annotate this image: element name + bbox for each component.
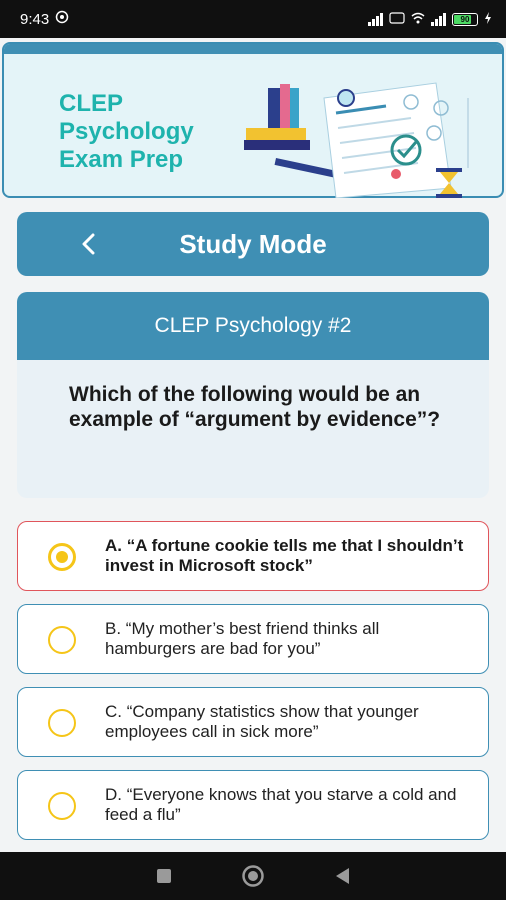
lte-icon (389, 12, 405, 26)
notification-icon (55, 10, 69, 28)
signal-icon (368, 12, 383, 26)
answer-option-label: C. “Company statistics show that younger… (105, 702, 419, 741)
radio-button[interactable] (48, 709, 76, 737)
battery-icon: 90 (452, 12, 478, 26)
answer-option-label: B. “My mother’s best friend thinks all h… (105, 619, 380, 658)
answer-option-d[interactable]: D. “Everyone knows that you starve a col… (17, 770, 489, 840)
status-time: 9:43 (20, 10, 50, 28)
triangle-back-icon (335, 868, 349, 884)
recents-button[interactable] (151, 863, 177, 889)
home-button[interactable] (240, 863, 266, 889)
banner-top-stripe (4, 44, 502, 54)
status-bar: 9:43 90 (0, 0, 506, 38)
question-text: Which of the following would be an examp… (69, 383, 441, 431)
study-mode-bar: Study Mode (17, 212, 489, 276)
page-title: Study Mode (179, 228, 327, 259)
answer-option-b[interactable]: B. “My mother’s best friend thinks all h… (17, 604, 489, 674)
chevron-left-icon (82, 233, 95, 255)
charging-icon (484, 12, 492, 26)
app-banner: CLEP Psychology Exam Prep (2, 42, 504, 198)
answer-option-c[interactable]: C. “Company statistics show that younger… (17, 687, 489, 757)
back-nav-button[interactable] (329, 863, 355, 889)
answer-option-label: A. “A fortune cookie tells me that I sho… (105, 536, 464, 575)
back-button[interactable] (75, 230, 103, 258)
wifi-icon (411, 12, 425, 26)
radio-button[interactable] (48, 792, 76, 820)
4g-signal-icon (431, 12, 446, 26)
app-title: CLEP Psychology Exam Prep (59, 90, 194, 173)
circle-icon (242, 865, 264, 887)
exam-illustration-icon (244, 82, 469, 198)
question-number: CLEP Psychology #2 (17, 292, 489, 360)
system-nav-bar (0, 852, 506, 900)
question-card: CLEP Psychology #2 Which of the followin… (17, 292, 489, 498)
radio-button[interactable] (48, 626, 76, 654)
radio-button-selected[interactable] (48, 543, 76, 571)
answer-option-a[interactable]: A. “A fortune cookie tells me that I sho… (17, 521, 489, 591)
square-icon (157, 869, 172, 883)
answer-option-label: D. “Everyone knows that you starve a col… (105, 785, 457, 824)
